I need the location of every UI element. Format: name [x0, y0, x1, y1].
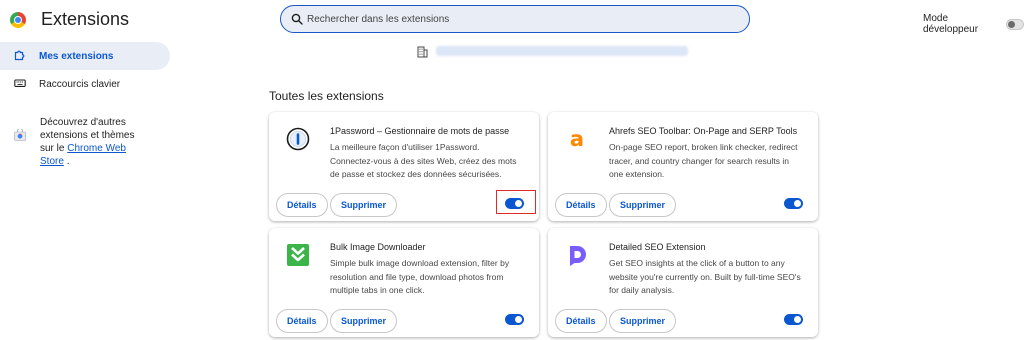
extension-name: 1Password – Gestionnaire de mots de pass…: [330, 126, 510, 136]
web-store-promo: Découvrez d'autres extensions et thèmes …: [0, 116, 170, 168]
sidebar-item-label: Raccourcis clavier: [39, 78, 121, 90]
managed-by-text-redacted: [436, 46, 688, 56]
dev-mode-label: Mode développeur: [923, 13, 979, 35]
dev-mode: Mode développeur: [923, 13, 1024, 35]
remove-button[interactable]: Supprimer: [609, 309, 677, 333]
extension-card-detailed-seo: Detailed SEO Extension Get SEO insights …: [548, 228, 818, 337]
keyboard-icon: [14, 77, 26, 92]
extension-name: Detailed SEO Extension: [609, 242, 706, 252]
promo-suffix: .: [66, 156, 70, 167]
1password-icon: [286, 127, 310, 151]
extension-card-bulk-image-downloader: Bulk Image Downloader Simple bulk image …: [269, 228, 539, 337]
search-box[interactable]: [280, 5, 750, 33]
svg-text:a: a: [570, 127, 584, 151]
remove-button[interactable]: Supprimer: [330, 193, 398, 217]
extension-description: On-page SEO report, broken link checker,…: [609, 142, 798, 179]
building-icon: [417, 45, 428, 58]
page-title: Extensions: [41, 9, 130, 29]
sidebar-item-my-extensions[interactable]: Mes extensions: [0, 42, 170, 70]
enable-toggle[interactable]: [784, 314, 803, 325]
bulk-image-downloader-icon: [286, 243, 310, 267]
sidebar: Mes extensions Raccourcis clavier Découv…: [0, 42, 170, 168]
promo-text: Découvrez d'autres extensions et thèmes …: [40, 116, 150, 168]
chrome-logo-icon: [10, 11, 26, 28]
extension-name: Bulk Image Downloader: [330, 242, 426, 252]
section-title: Toutes les extensions: [269, 89, 384, 103]
extensions-page: Extensions Mode développeur Mes extens: [0, 0, 1024, 340]
chrome-web-store-icon: [14, 128, 26, 141]
enable-toggle[interactable]: [784, 198, 803, 209]
remove-button[interactable]: Supprimer: [609, 193, 677, 217]
managed-by-notice: [417, 45, 688, 58]
highlight-annotation-box: [496, 190, 536, 214]
search-icon: [291, 13, 303, 25]
details-button[interactable]: Détails: [555, 193, 607, 217]
sidebar-item-label: Mes extensions: [39, 50, 114, 62]
puzzle-icon: [14, 49, 26, 64]
enable-toggle[interactable]: [505, 314, 524, 325]
detailed-seo-icon: [565, 243, 589, 267]
remove-button[interactable]: Supprimer: [330, 309, 398, 333]
dev-mode-toggle[interactable]: [1005, 18, 1024, 30]
extension-description: La meilleure façon d'utiliser 1Password.…: [330, 142, 517, 179]
search-input[interactable]: [307, 13, 727, 25]
ahrefs-icon: a: [565, 127, 589, 151]
sidebar-item-keyboard-shortcuts[interactable]: Raccourcis clavier: [0, 70, 170, 98]
extension-description: Get SEO insights at the click of a butto…: [609, 258, 801, 295]
details-button[interactable]: Détails: [276, 193, 328, 217]
extension-description: Simple bulk image download extension, fi…: [330, 258, 510, 295]
extension-name: Ahrefs SEO Toolbar: On-Page and SERP Too…: [609, 126, 798, 136]
details-button[interactable]: Détails: [276, 309, 328, 333]
brand: Extensions: [10, 9, 129, 30]
extension-card-ahrefs: a Ahrefs SEO Toolbar: On-Page and SERP T…: [548, 112, 818, 221]
details-button[interactable]: Détails: [555, 309, 607, 333]
header: Extensions Mode développeur: [0, 0, 1024, 40]
